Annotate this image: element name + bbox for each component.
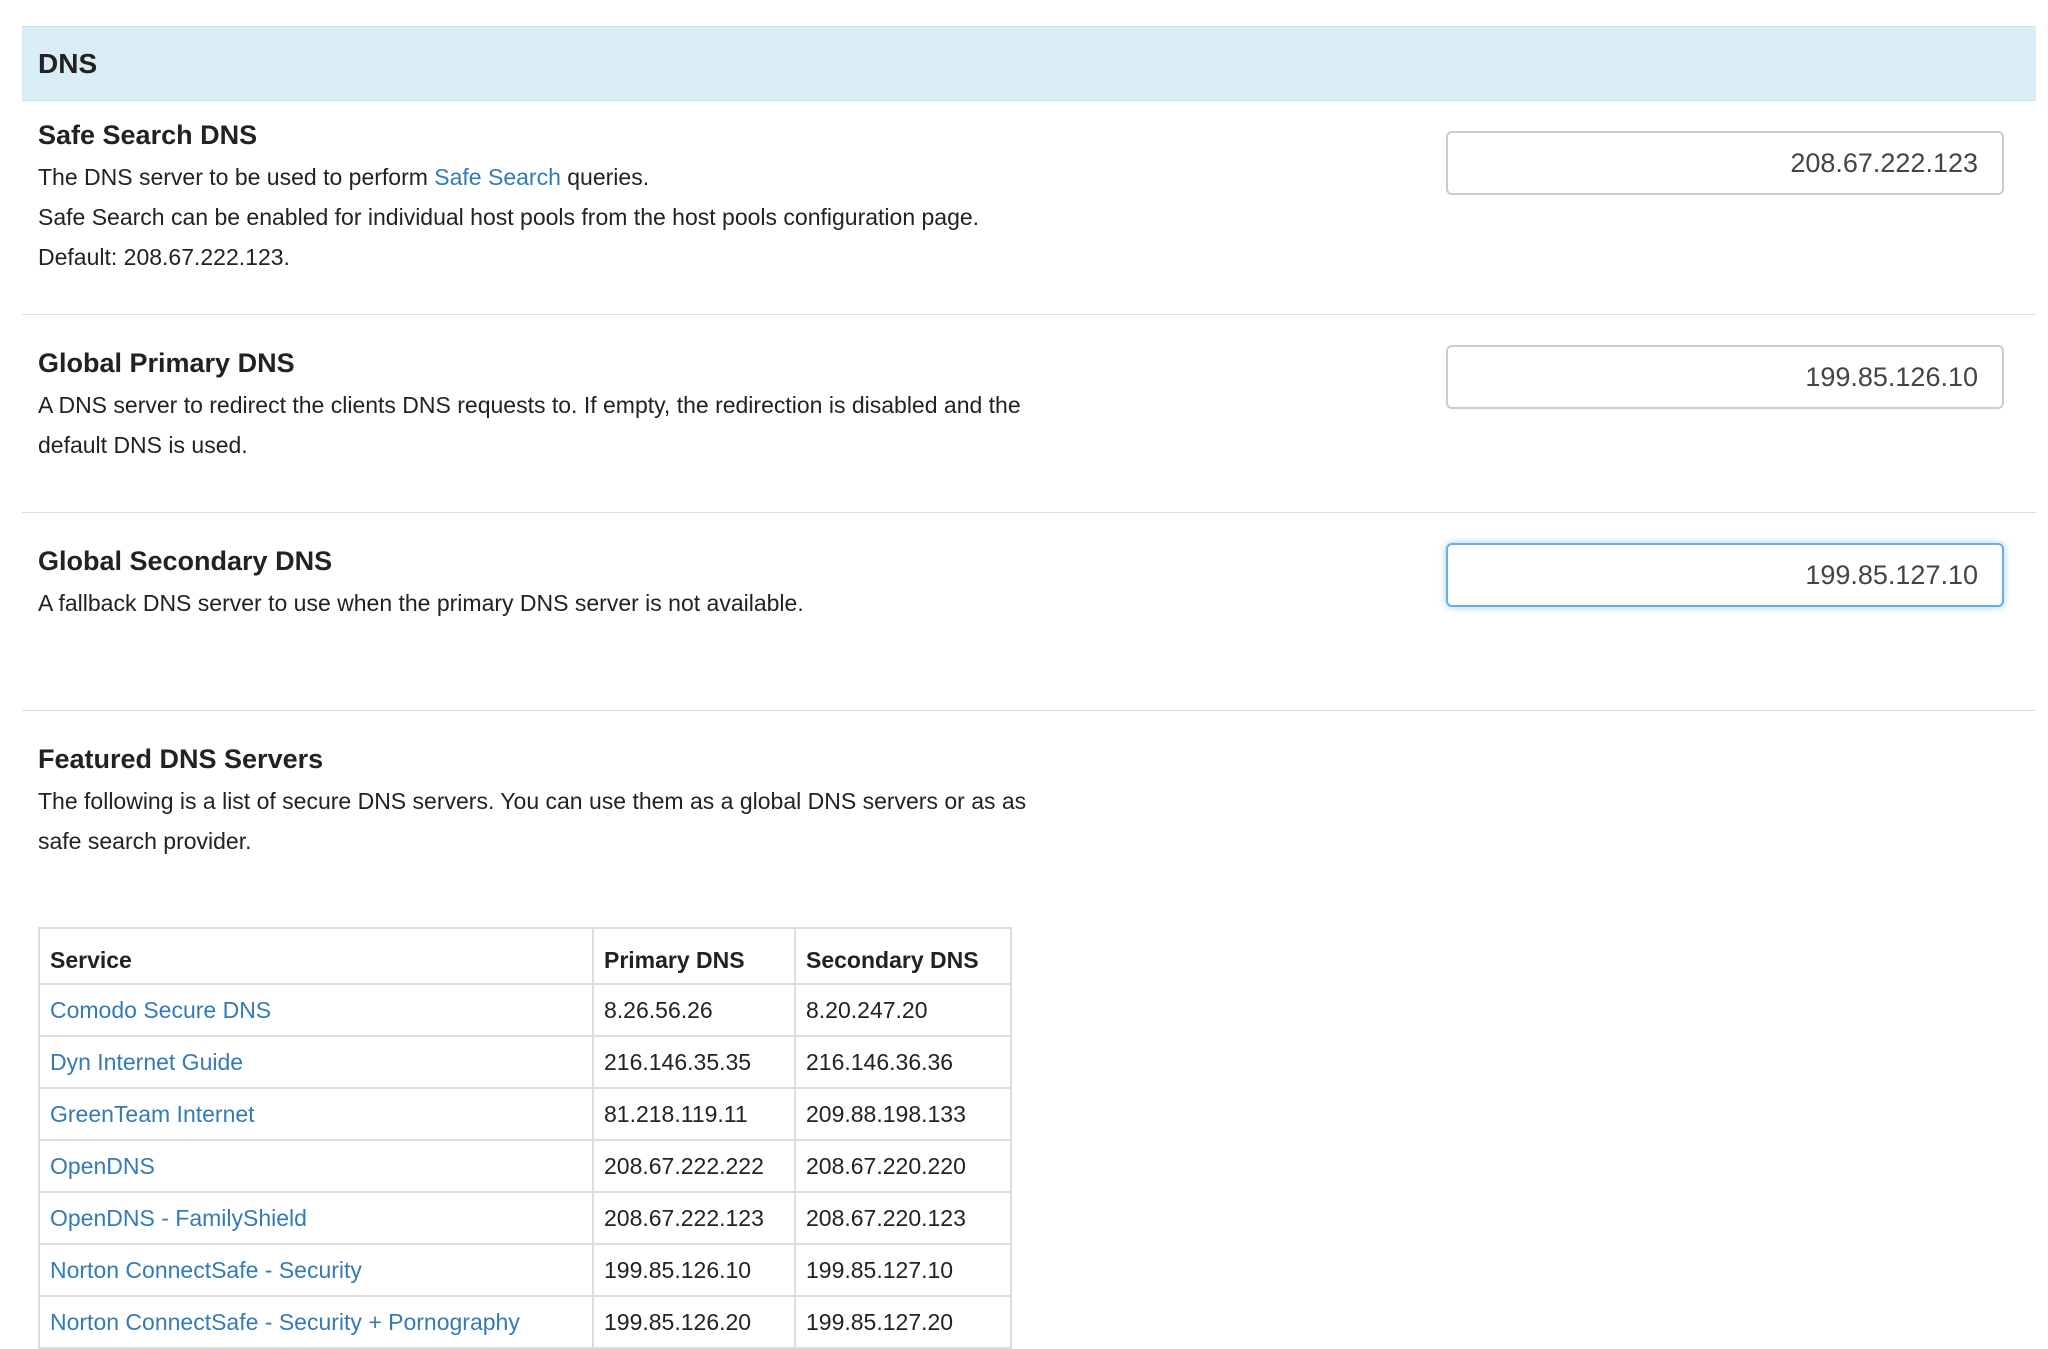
dns-panel: DNS Safe Search DNS The DNS server to be…: [22, 26, 2036, 1349]
secondary-dns-cell: 199.85.127.20: [794, 1295, 1012, 1349]
featured-dns-title: Featured DNS Servers: [38, 744, 324, 774]
table-row: Comodo Secure DNS 8.26.56.26 8.20.247.20: [38, 983, 1012, 1037]
safe-search-desc-line2: Safe Search can be enabled for individua…: [38, 204, 980, 270]
table-row: Dyn Internet Guide 216.146.35.35 216.146.3…: [38, 1035, 1012, 1089]
table-row: GreenTeam Internet 81.218.119.11 209.88.19…: [38, 1087, 1012, 1141]
secondary-dns-cell: 208.67.220.220: [794, 1139, 1012, 1193]
safe-search-dns-description: The DNS server to be used to perform Saf…: [38, 157, 1048, 277]
primary-dns-cell: 81.218.119.11: [592, 1087, 796, 1141]
featured-dns-table-body: Comodo Secure DNS 8.26.56.26 8.20.247.20 Dy…: [38, 983, 1012, 1349]
primary-dns-cell: 208.67.222.222: [592, 1139, 796, 1193]
service-link[interactable]: Comodo Secure DNS: [50, 997, 271, 1023]
safe-search-dns-title: Safe Search DNS: [38, 120, 258, 150]
primary-dns-cell: 8.26.56.26: [592, 983, 796, 1037]
service-link[interactable]: Dyn Internet Guide: [50, 1049, 243, 1075]
service-cell: GreenTeam Internet: [38, 1087, 594, 1141]
service-link[interactable]: OpenDNS: [50, 1153, 155, 1179]
secondary-dns-cell: 8.20.247.20: [794, 983, 1012, 1037]
column-header-service: Service: [38, 927, 594, 985]
primary-dns-cell: 208.67.222.123: [592, 1191, 796, 1245]
service-cell: Norton ConnectSafe - Security: [38, 1243, 594, 1297]
table-row: Norton ConnectSafe - Security + Pornogra…: [38, 1295, 1012, 1349]
secondary-dns-cell: 216.146.36.36: [794, 1035, 1012, 1089]
safe-search-dns-info: Safe Search DNS The DNS server to be use…: [38, 117, 1048, 277]
service-link[interactable]: Norton ConnectSafe - Security: [50, 1257, 362, 1283]
global-primary-dns-description: A DNS server to redirect the clients DNS…: [38, 392, 1021, 458]
service-cell: Norton ConnectSafe - Security + Pornogra…: [38, 1295, 594, 1349]
secondary-dns-cell: 208.67.220.123: [794, 1191, 1012, 1245]
secondary-dns-cell: 199.85.127.10: [794, 1243, 1012, 1297]
featured-dns-description: The following is a list of secure DNS se…: [38, 788, 1027, 854]
global-primary-dns-info: Global Primary DNS A DNS server to redir…: [38, 345, 1048, 465]
section-title: DNS: [38, 47, 98, 79]
table-row: Norton ConnectSafe - Security 199.85.126.…: [38, 1243, 1012, 1297]
global-secondary-dns-info: Global Secondary DNS A fallback DNS serv…: [38, 543, 1048, 623]
primary-dns-cell: 199.85.126.20: [592, 1295, 796, 1349]
table-row: OpenDNS - FamilyShield 208.67.222.123 208.…: [38, 1191, 1012, 1245]
service-link[interactable]: OpenDNS - FamilyShield: [50, 1205, 307, 1231]
service-cell: OpenDNS: [38, 1139, 594, 1193]
primary-dns-cell: 216.146.35.35: [592, 1035, 796, 1089]
global-secondary-dns-input[interactable]: [1446, 543, 2004, 607]
featured-dns-servers: Featured DNS Servers The following is a …: [22, 711, 2036, 1349]
table-header-row: Service Primary DNS Secondary DNS: [38, 927, 1012, 985]
global-primary-dns-title: Global Primary DNS: [38, 348, 295, 378]
table-row: OpenDNS 208.67.222.222 208.67.220.220: [38, 1139, 1012, 1193]
service-link[interactable]: Norton ConnectSafe - Security + Pornogra…: [50, 1309, 520, 1335]
global-secondary-dns-description: A fallback DNS server to use when the pr…: [38, 590, 804, 616]
primary-dns-cell: 199.85.126.10: [592, 1243, 796, 1297]
service-cell: Comodo Secure DNS: [38, 983, 594, 1037]
service-link[interactable]: GreenTeam Internet: [50, 1101, 255, 1127]
safe-search-dns-input[interactable]: [1446, 131, 2004, 195]
safe-search-desc-suffix: queries.: [560, 164, 650, 190]
service-cell: OpenDNS - FamilyShield: [38, 1191, 594, 1245]
column-header-primary-dns: Primary DNS: [592, 927, 796, 985]
safe-search-desc-prefix: The DNS server to be used to perform: [38, 164, 435, 190]
service-cell: Dyn Internet Guide: [38, 1035, 594, 1089]
featured-dns-table: Service Primary DNS Secondary DNS Comodo…: [38, 927, 1012, 1349]
global-primary-dns-input[interactable]: [1446, 345, 2004, 409]
section-heading: DNS: [22, 27, 2036, 101]
global-secondary-dns-title: Global Secondary DNS: [38, 546, 333, 576]
column-header-secondary-dns: Secondary DNS: [794, 927, 1012, 985]
safe-search-link[interactable]: Safe Search: [434, 164, 561, 190]
secondary-dns-cell: 209.88.198.133: [794, 1087, 1012, 1141]
